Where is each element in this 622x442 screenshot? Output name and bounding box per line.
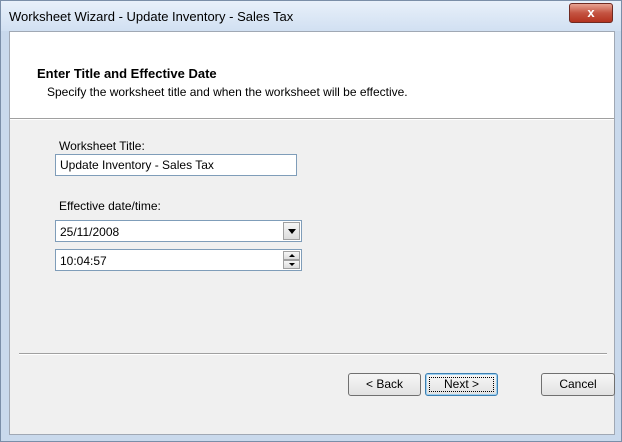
wizard-content: Enter Title and Effective Date Specify t… — [9, 31, 615, 435]
window-title: Worksheet Wizard - Update Inventory - Sa… — [9, 9, 294, 24]
page-subtitle: Specify the worksheet title and when the… — [47, 85, 408, 99]
effective-date-label: Effective date/time: — [59, 199, 161, 213]
effective-time-value: 10:04:57 — [60, 254, 107, 268]
worksheet-title-input[interactable] — [55, 154, 297, 176]
worksheet-title-label: Worksheet Title: — [59, 139, 145, 153]
chevron-down-icon[interactable] — [283, 222, 300, 240]
back-button[interactable]: < Back — [348, 373, 421, 396]
close-button[interactable]: x — [569, 3, 613, 23]
close-icon: x — [587, 5, 595, 20]
next-button-label: Next > — [443, 377, 479, 391]
footer-divider — [19, 353, 607, 355]
effective-time-spinner[interactable]: 10:04:57 — [55, 249, 302, 271]
next-button[interactable]: Next > — [425, 373, 498, 396]
page-title: Enter Title and Effective Date — [37, 66, 217, 81]
time-spin-buttons — [283, 251, 300, 269]
spin-down-icon[interactable] — [283, 260, 300, 269]
header-divider — [10, 118, 614, 120]
spin-up-icon[interactable] — [283, 251, 300, 260]
title-bar[interactable]: Worksheet Wizard - Update Inventory - Sa… — [1, 1, 621, 31]
effective-date-value: 25/11/2008 — [60, 225, 120, 239]
cancel-button[interactable]: Cancel — [541, 373, 615, 396]
effective-date-picker[interactable]: 25/11/2008 — [55, 220, 302, 242]
wizard-window: Worksheet Wizard - Update Inventory - Sa… — [0, 0, 622, 442]
wizard-header: Enter Title and Effective Date Specify t… — [10, 32, 614, 118]
